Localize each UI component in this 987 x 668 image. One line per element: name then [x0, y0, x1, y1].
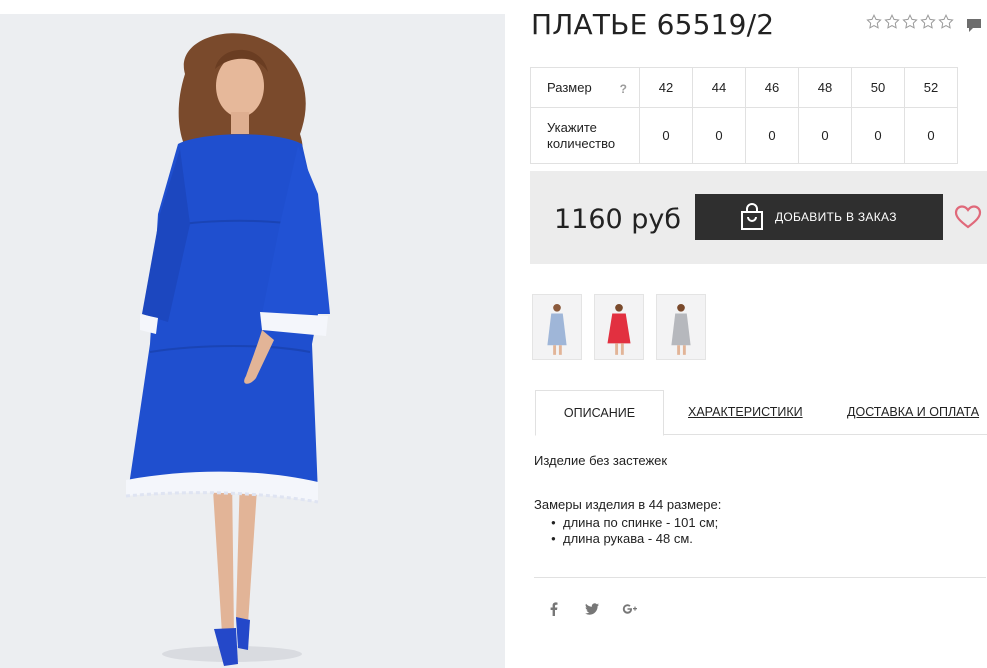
- size-cell: 48: [798, 67, 852, 108]
- rating-stars[interactable]: [866, 14, 954, 30]
- comment-icon[interactable]: [966, 17, 982, 33]
- star-icon[interactable]: [938, 14, 954, 30]
- measurements-list: длина по спинке - 101 см; длина рукава -…: [551, 515, 984, 547]
- shopping-bag-icon: [741, 203, 763, 230]
- size-help-icon[interactable]: ?: [620, 81, 627, 97]
- thumbnail-red[interactable]: [594, 294, 644, 360]
- size-cell: 42: [639, 67, 693, 108]
- divider: [534, 577, 986, 578]
- description-text: Изделие без застежек: [534, 453, 668, 468]
- size-cell: 46: [745, 67, 799, 108]
- star-icon[interactable]: [920, 14, 936, 30]
- add-to-order-label: ДОБАВИТЬ В ЗАКАЗ: [775, 210, 897, 224]
- quantity-input[interactable]: 0: [745, 107, 799, 164]
- quantity-input[interactable]: 0: [798, 107, 852, 164]
- social-share: [546, 601, 660, 621]
- dress-model-image: [0, 14, 505, 668]
- star-icon[interactable]: [884, 14, 900, 30]
- quantity-input[interactable]: 0: [692, 107, 746, 164]
- product-title: ПЛАТЬЕ 65519/2: [531, 8, 775, 41]
- size-cell: 50: [851, 67, 905, 108]
- star-icon[interactable]: [902, 14, 918, 30]
- quantity-input[interactable]: 0: [639, 107, 693, 164]
- tab-delivery-payment[interactable]: ДОСТАВКА И ОПЛАТА: [847, 390, 979, 435]
- google-plus-icon[interactable]: [622, 601, 660, 621]
- twitter-icon[interactable]: [584, 601, 622, 621]
- thumbnail-list: [532, 294, 706, 360]
- size-cell: 52: [904, 67, 958, 108]
- add-to-order-button[interactable]: ДОБАВИТЬ В ЗАКАЗ: [695, 194, 943, 240]
- quantity-input[interactable]: 0: [904, 107, 958, 164]
- facebook-icon[interactable]: [546, 601, 584, 621]
- star-icon[interactable]: [866, 14, 882, 30]
- product-tabs: ОПИСАНИЕ ХАРАКТЕРИСТИКИ ДОСТАВКА И ОПЛАТ…: [535, 390, 987, 436]
- quantity-row: Укажите количество 0 0 0 0 0 0: [530, 107, 958, 164]
- thumbnail-grey[interactable]: [656, 294, 706, 360]
- list-item: длина рукава - 48 см.: [551, 531, 984, 547]
- price: 1160 руб: [554, 204, 682, 235]
- quantity-input[interactable]: 0: [851, 107, 905, 164]
- list-item: длина по спинке - 101 см;: [551, 515, 984, 531]
- size-row-label: Размер ?: [530, 67, 640, 108]
- size-cell: 44: [692, 67, 746, 108]
- description-panel: Изделие без застежек Замеры изделия в 44…: [534, 453, 984, 547]
- heart-icon[interactable]: [954, 204, 982, 230]
- size-row: Размер ? 42 44 46 48 50 52: [530, 67, 958, 108]
- measurements-heading: Замеры изделия в 44 размере:: [534, 497, 722, 512]
- thumbnail-blue[interactable]: [532, 294, 582, 360]
- quantity-row-label: Укажите количество: [530, 107, 640, 164]
- price-box: 1160 руб ДОБАВИТЬ В ЗАКАЗ: [530, 171, 987, 264]
- size-table: Размер ? 42 44 46 48 50 52 Укажите колич…: [530, 67, 958, 164]
- tab-description[interactable]: ОПИСАНИЕ: [535, 390, 664, 436]
- tab-characteristics[interactable]: ХАРАКТЕРИСТИКИ: [688, 390, 803, 435]
- product-photo[interactable]: [0, 14, 505, 668]
